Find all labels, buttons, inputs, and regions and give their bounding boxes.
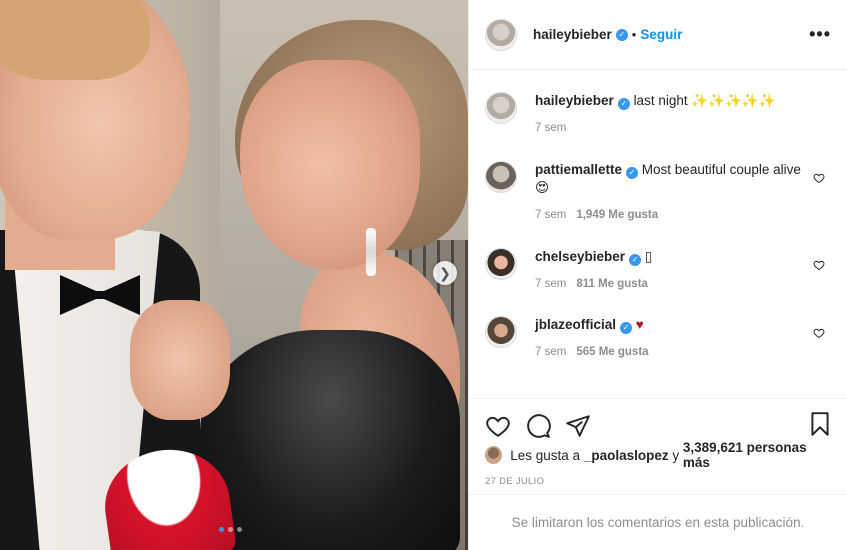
likes-middle: y (668, 447, 683, 463)
avatar[interactable] (485, 316, 517, 348)
photo-dress (200, 330, 460, 550)
carousel-dot (228, 527, 233, 532)
list-item: jblazeofficial ✓ ♥ 7 sem 565 Me gusta (485, 316, 831, 358)
comment-time[interactable]: 7 sem (535, 209, 566, 221)
verified-icon: ✓ (620, 322, 633, 334)
carousel-dot-active (219, 527, 224, 532)
comment-likes[interactable]: 1,949 Me gusta (576, 209, 658, 221)
bookmark-icon[interactable] (807, 411, 833, 437)
caption: haileybieber ✓ last night ✨✨✨✨✨ 7 sem (485, 92, 831, 134)
heart-icon[interactable] (485, 413, 511, 439)
photo-man-hair (0, 0, 150, 80)
comments-limited-notice: Se limitaron los comentarios en esta pub… (469, 494, 847, 550)
avatar[interactable] (485, 446, 503, 464)
comment-time[interactable]: 7 sem (535, 122, 566, 134)
instagram-post-view: ❯ haileybieber ✓ • Seguir ••• haileybieb… (0, 0, 847, 550)
comment-time[interactable]: 7 sem (535, 346, 566, 358)
comment-text: last night ✨✨✨✨✨ (633, 93, 776, 108)
avatar[interactable] (485, 92, 517, 124)
more-icon[interactable]: ••• (809, 24, 831, 45)
comments-list[interactable]: haileybieber ✓ last night ✨✨✨✨✨ 7 sem pat… (469, 70, 847, 398)
likes-summary: Les gusta a _paolaslopez y 3,389,621 per… (469, 440, 847, 470)
list-item: chelseybieber ✓ ▯ 7 sem 811 Me gusta (485, 248, 831, 290)
comment-username[interactable]: chelseybieber (535, 249, 625, 264)
comment-text: ▯ (644, 249, 653, 264)
header-username[interactable]: haileybieber (533, 27, 612, 42)
follow-button[interactable]: Seguir (640, 27, 682, 42)
carousel-dot (237, 527, 242, 532)
avatar[interactable] (485, 161, 517, 193)
post-date[interactable]: 27 DE JULIO (469, 468, 847, 494)
verified-icon: ✓ (626, 167, 639, 179)
share-icon[interactable] (565, 413, 591, 439)
comment-username[interactable]: haileybieber (535, 93, 614, 108)
comment-username[interactable]: pattiemallette (535, 162, 622, 177)
verified-icon: ✓ (617, 98, 630, 110)
comment-likes[interactable]: 811 Me gusta (576, 278, 648, 290)
heart-icon[interactable] (813, 327, 825, 339)
comment-likes[interactable]: 565 Me gusta (576, 346, 648, 358)
avatar[interactable] (485, 248, 517, 280)
next-arrow-icon[interactable]: ❯ (433, 261, 457, 285)
verified-icon: ✓ (615, 28, 628, 41)
list-item: pattiemallette ✓ Most beautiful couple al… (485, 161, 831, 221)
comment-icon[interactable] (525, 413, 551, 439)
action-bar (469, 398, 847, 442)
heart-icon[interactable] (813, 259, 825, 271)
likes-count[interactable]: 3,389,621 personas más (683, 440, 831, 470)
header-separator: • (631, 27, 637, 42)
post-header: haileybieber ✓ • Seguir ••• (469, 0, 847, 70)
photo-earring (366, 228, 376, 276)
likes-user[interactable]: _paolaslopez (584, 448, 669, 463)
comment-text: ♥ (635, 317, 644, 332)
comment-username[interactable]: jblazeofficial (535, 317, 616, 332)
comment-time[interactable]: 7 sem (535, 278, 566, 290)
heart-icon[interactable] (813, 172, 825, 184)
likes-prefix: Les gusta a (510, 447, 584, 463)
avatar[interactable] (485, 18, 517, 51)
verified-icon: ✓ (629, 254, 642, 266)
photo-hands (130, 300, 230, 420)
carousel-indicator (219, 527, 242, 532)
post-photo[interactable]: ❯ (0, 0, 468, 550)
post-side-panel: haileybieber ✓ • Seguir ••• haileybieber… (468, 0, 847, 550)
